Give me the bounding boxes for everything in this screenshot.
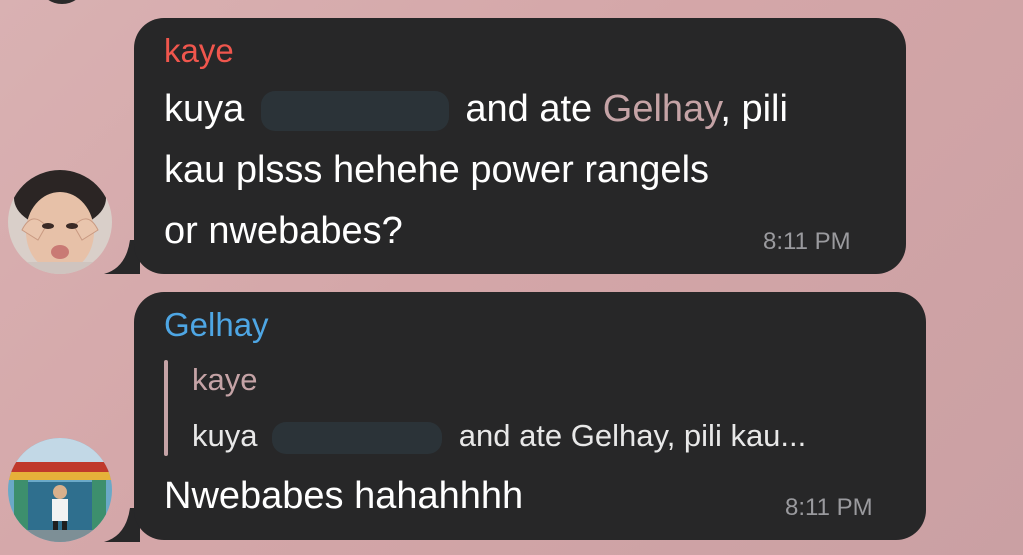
redacted-name (272, 421, 443, 454)
message-line-3: or nwebabes? (164, 210, 403, 252)
message-timestamp: 8:11 PM (785, 494, 873, 521)
reply-bar (164, 360, 168, 456)
reply-sender-name: kaye (192, 362, 258, 397)
message-text: Nwebabes hahahhhh (164, 475, 524, 517)
sender-name[interactable]: kaye (164, 32, 234, 70)
mention-gelhay[interactable]: Gelhay (603, 88, 721, 130)
reply-word: and ate Gelhay, pili kau... (458, 418, 807, 453)
message-word: and ate (465, 88, 593, 130)
reply-word: kuya (192, 418, 258, 453)
message-line-1: kuya and ate Gelhay, pili (164, 79, 788, 140)
profile-photo-icon (8, 170, 112, 274)
redacted-name (260, 90, 449, 131)
reply-preview-text: kuya and ate Gelhay, pili kau... (192, 418, 806, 454)
previous-avatar-edge (42, 0, 82, 4)
message-bubble-kaye[interactable]: kaye kuya and ate Gelhay, pili kau plsss… (134, 18, 906, 274)
message-line-2: kau plsss hehehe power rangels (164, 149, 710, 191)
gelhay-avatar[interactable] (8, 438, 112, 542)
message-word: kuya (164, 88, 245, 130)
sender-name[interactable]: Gelhay (164, 306, 269, 344)
kaye-avatar[interactable] (8, 170, 112, 274)
message-bubble-gelhay[interactable]: Gelhay kaye kuya and ate Gelhay, pili ka… (134, 292, 926, 540)
message-timestamp: 8:11 PM (763, 228, 851, 255)
message-word: , pili (720, 88, 788, 130)
profile-photo-icon (8, 438, 112, 542)
